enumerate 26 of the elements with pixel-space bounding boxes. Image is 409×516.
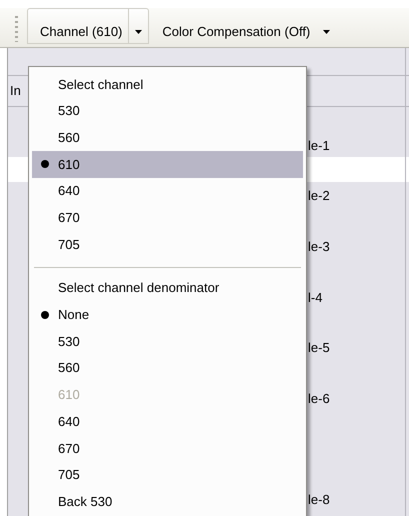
row-label: le-8 (308, 491, 330, 510)
caret-icon (323, 30, 330, 34)
row-label: le-1 (308, 136, 330, 155)
menu-item[interactable]: 640 (32, 178, 303, 204)
caret-icon (135, 30, 142, 34)
menu-item[interactable]: 560 (32, 354, 303, 382)
row-label: le-2 (308, 187, 330, 206)
menu-item[interactable]: 670 (32, 434, 303, 462)
menu-item[interactable]: 610 (32, 151, 303, 178)
menu-item[interactable]: Back 530 (32, 488, 303, 515)
menu-item[interactable]: 560 (32, 124, 303, 152)
menu-item[interactable]: None (32, 302, 303, 328)
dropdown-button[interactable]: Channel (610) (27, 8, 150, 44)
menu-item[interactable]: 640 (32, 408, 303, 435)
dropdown-button[interactable]: Color Compensation (Off) (149, 8, 338, 44)
menu-item[interactable]: 670 (32, 204, 303, 232)
menu-heading: Select channel denominator (57, 279, 220, 298)
menu-item[interactable]: 705 (32, 462, 303, 488)
row-label: le-5 (308, 339, 330, 358)
menu-item[interactable]: 705 (32, 231, 303, 258)
grip-handle[interactable] (15, 16, 18, 42)
row-label: le-6 (308, 390, 330, 408)
menu-item[interactable]: 530 (32, 328, 303, 355)
row-label: l-4 (308, 288, 322, 307)
menu-heading: Select channel (57, 76, 144, 94)
row-label: le-3 (308, 238, 330, 256)
